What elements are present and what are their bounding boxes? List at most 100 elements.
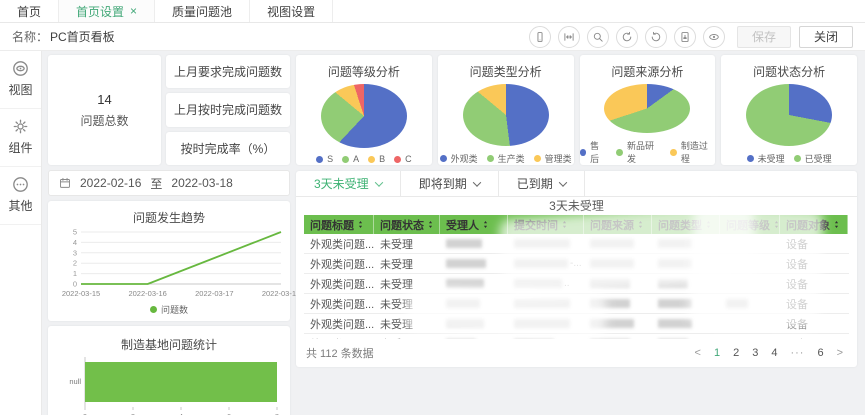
sidebar-item-其他[interactable]: 其他 xyxy=(0,167,41,225)
pie-widget-level_pie[interactable]: 问题等级分析SABC xyxy=(296,55,432,165)
refresh-button[interactable] xyxy=(616,26,638,48)
table-cell: -... xyxy=(508,254,584,273)
widget-sidebar: 视图组件其他 xyxy=(0,51,42,415)
column-header-问题等级[interactable]: 问题等级 xyxy=(720,215,780,234)
fit-width-button[interactable] xyxy=(558,26,580,48)
view-eye-icon xyxy=(12,60,29,77)
file-button[interactable] xyxy=(674,26,696,48)
table-title: 3天未受理 xyxy=(296,197,857,215)
table-cell: 未受理 xyxy=(374,254,440,273)
table-tab-label: 3天未受理 xyxy=(314,175,369,192)
zoom-icon xyxy=(592,31,604,43)
redacted-cell xyxy=(446,279,484,288)
page-number-3[interactable]: 3 xyxy=(752,347,758,359)
trend-chart-widget[interactable]: 问题发生趋势 0123452022-03-152022-03-162022-03… xyxy=(48,201,290,321)
table-tab-已到期[interactable]: 已到期 xyxy=(499,171,585,196)
page-number-6[interactable]: 6 xyxy=(817,347,823,359)
save-button[interactable]: 保存 xyxy=(737,26,791,48)
table-cell xyxy=(508,294,584,313)
stat-card[interactable]: 按时完成率（%） xyxy=(166,132,290,165)
table-cell xyxy=(720,234,780,253)
dashboard-canvas: 14 问题总数 上月要求完成问题数上月按时完成问题数按时完成率（%） 2022-… xyxy=(42,51,865,415)
table-tab-3天未受理[interactable]: 3天未受理 xyxy=(296,171,401,196)
pie-widget-type_pie[interactable]: 问题类型分析外观类生产类管理类 xyxy=(438,55,574,165)
cell-text: 未受理 xyxy=(380,256,413,272)
window-tab-label: 视图设置 xyxy=(267,3,315,20)
base-bar-chart-widget[interactable]: 制造基地问题统计 null02468 xyxy=(48,326,290,415)
legend-item: 未受理 xyxy=(747,152,785,165)
page-number-1[interactable]: 1 xyxy=(714,347,720,359)
window-tab-label: 首页 xyxy=(17,3,41,20)
table-cell xyxy=(584,314,652,333)
pie-widget-source_pie[interactable]: 问题来源分析售后新品研发制造过程 xyxy=(580,55,716,165)
page-number-4[interactable]: 4 xyxy=(771,347,777,359)
page-number-2[interactable]: 2 xyxy=(733,347,739,359)
svg-text:0: 0 xyxy=(73,280,77,289)
cell-text-fragment: -... xyxy=(570,258,582,269)
pie-chart-title: 问题类型分析 xyxy=(470,63,542,80)
redacted-cell xyxy=(514,279,562,288)
reset-button[interactable] xyxy=(645,26,667,48)
sort-icon xyxy=(561,220,568,229)
page-ellipsis: ··· xyxy=(790,347,804,359)
svg-text:2022-03-17: 2022-03-17 xyxy=(195,289,233,298)
table-cell xyxy=(508,314,584,333)
legend-dot-icon xyxy=(487,155,494,162)
column-header-问题状态[interactable]: 问题状态 xyxy=(374,215,440,234)
window-tab-首页[interactable]: 首页 xyxy=(0,0,59,22)
table-row: 外观类问题...未受理-...设备 xyxy=(304,254,849,274)
table-cell xyxy=(584,234,652,253)
pie-chart-title: 问题来源分析 xyxy=(611,63,683,80)
date-separator: 至 xyxy=(150,175,162,192)
pie-widget-status_pie[interactable]: 问题状态分析未受理已受理 xyxy=(721,55,857,165)
eye-button[interactable] xyxy=(703,26,725,48)
column-header-受理人[interactable]: 受理人 xyxy=(440,215,508,234)
close-button[interactable]: 关闭 xyxy=(799,26,853,48)
redacted-cell xyxy=(446,239,482,248)
table-tab-label: 已到期 xyxy=(517,175,553,192)
table-cell: 外观类问题... xyxy=(304,274,374,293)
window-tab-首页设置[interactable]: 首页设置× xyxy=(59,0,155,22)
column-header-label: 问题标题 xyxy=(310,217,354,233)
close-tab-icon[interactable]: × xyxy=(130,5,137,17)
legend-dot-icon xyxy=(440,155,447,162)
table-tab-bar: 3天未受理 即将到期 已到期 xyxy=(296,171,857,197)
legend-dot-icon xyxy=(794,155,801,162)
table-cell xyxy=(440,254,508,273)
fit-width-icon xyxy=(563,31,575,43)
base-bar-chart: null02468 xyxy=(55,353,283,415)
mobile-button[interactable] xyxy=(529,26,551,48)
redacted-cell xyxy=(726,299,748,308)
sidebar-item-label: 其他 xyxy=(8,197,32,214)
column-header-label: 问题对象 xyxy=(786,217,830,233)
stat-card[interactable]: 上月按时完成问题数 xyxy=(166,93,290,126)
table-cell xyxy=(720,274,780,293)
redacted-cell xyxy=(514,259,568,268)
table-cell: 未受理 xyxy=(374,234,440,253)
redacted-cell xyxy=(658,319,692,328)
column-header-问题标题[interactable]: 问题标题 xyxy=(304,215,374,234)
date-range-picker[interactable]: 2022-02-16 至 2022-03-18 xyxy=(48,170,290,196)
column-header-问题类型[interactable]: 问题类型 xyxy=(652,215,720,234)
legend-label: A xyxy=(353,154,359,164)
zoom-button[interactable] xyxy=(587,26,609,48)
table-tab-即将到期[interactable]: 即将到期 xyxy=(401,171,499,196)
column-header-问题来源[interactable]: 问题来源 xyxy=(584,215,652,234)
column-header-label: 受理人 xyxy=(446,217,479,233)
column-header-问题对象[interactable]: 问题对象 xyxy=(780,215,848,234)
window-tab-质量问题池[interactable]: 质量问题池 xyxy=(155,0,250,22)
total-issues-widget[interactable]: 14 问题总数 xyxy=(48,55,161,165)
next-page-button[interactable]: > xyxy=(837,347,843,359)
chevron-down-icon xyxy=(472,178,480,186)
sort-icon xyxy=(833,220,840,229)
window-tab-视图设置[interactable]: 视图设置 xyxy=(250,0,333,22)
cell-text-fragment: .. xyxy=(564,278,570,289)
column-header-提交时间[interactable]: 提交时间 xyxy=(508,215,584,234)
prev-page-button[interactable]: < xyxy=(695,347,701,359)
svg-text:2022-03-16: 2022-03-16 xyxy=(128,289,166,298)
stat-card[interactable]: 上月要求完成问题数 xyxy=(166,55,290,88)
sidebar-item-视图[interactable]: 视图 xyxy=(0,51,41,109)
legend-label: 生产类 xyxy=(498,152,525,165)
name-label: 名称： xyxy=(12,28,48,45)
sidebar-item-组件[interactable]: 组件 xyxy=(0,109,41,167)
